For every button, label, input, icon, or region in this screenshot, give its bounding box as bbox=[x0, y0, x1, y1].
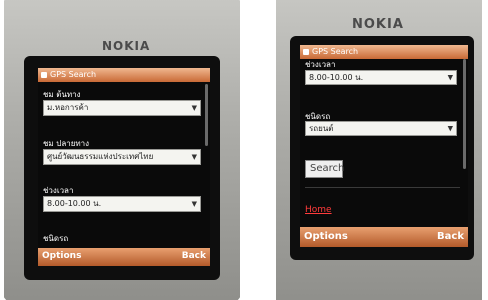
divider bbox=[305, 187, 460, 188]
screen-right: GPS Search ช่วงเวลา 8.00-10.00 น. ▼ ชนิด… bbox=[300, 45, 468, 247]
softkey-bar: Options Back bbox=[300, 227, 468, 247]
time-value: 8.00-10.00 น. bbox=[309, 73, 364, 82]
chevron-down-icon: ▼ bbox=[447, 73, 453, 81]
back-softkey[interactable]: Back bbox=[437, 231, 464, 242]
route-to-value: ศูนย์วัฒนธรรมแห่งประเทศไทย bbox=[47, 152, 154, 161]
scrollbar[interactable] bbox=[463, 59, 466, 169]
chevron-down-icon: ▼ bbox=[447, 124, 453, 132]
gps-app-icon bbox=[303, 48, 309, 55]
vehicle-value: รถยนต์ bbox=[309, 124, 334, 133]
nokia-logo: NOKIA bbox=[352, 17, 404, 32]
time-select[interactable]: 8.00-10.00 น. ▼ bbox=[305, 70, 457, 85]
softkey-bar: Options Back bbox=[38, 248, 210, 266]
route-to-select[interactable]: ศูนย์วัฒนธรรมแห่งประเทศไทย ▼ bbox=[43, 149, 201, 165]
route-from-select[interactable]: ม.หอการค้า ▼ bbox=[43, 100, 201, 116]
options-softkey[interactable]: Options bbox=[304, 231, 348, 242]
scrollbar[interactable] bbox=[205, 84, 208, 146]
vehicle-label: ชนิดรถ bbox=[43, 234, 69, 243]
time-select[interactable]: 8.00-10.00 น. ▼ bbox=[43, 196, 201, 212]
right-phone-photo: NOKIA GPS Search ช่วงเวลา 8.00-10.00 น. … bbox=[276, 0, 482, 300]
time-value: 8.00-10.00 น. bbox=[47, 199, 102, 208]
nokia-logo: NOKIA bbox=[102, 39, 151, 53]
home-link[interactable]: Home bbox=[305, 205, 332, 215]
chevron-down-icon: ▼ bbox=[191, 104, 197, 112]
back-softkey[interactable]: Back bbox=[182, 251, 206, 261]
screen-left: GPS Search ชม ต้นทาง ม.หอการค้า ▼ ชม ปลา… bbox=[38, 68, 210, 266]
vehicle-select[interactable]: รถยนต์ ▼ bbox=[305, 121, 457, 136]
app-titlebar: GPS Search bbox=[300, 45, 468, 59]
app-title: GPS Search bbox=[50, 70, 97, 79]
search-button[interactable]: Search bbox=[305, 160, 344, 178]
options-softkey[interactable]: Options bbox=[42, 251, 81, 261]
chevron-down-icon: ▼ bbox=[191, 153, 197, 161]
route-from-value: ม.หอการค้า bbox=[47, 103, 89, 112]
left-phone-photo: NOKIA GPS Search ชม ต้นทาง ม.หอการค้า ▼ … bbox=[4, 0, 240, 300]
app-titlebar: GPS Search bbox=[38, 68, 210, 82]
gps-app-icon bbox=[41, 71, 47, 78]
app-title: GPS Search bbox=[312, 47, 359, 56]
chevron-down-icon: ▼ bbox=[191, 200, 197, 208]
